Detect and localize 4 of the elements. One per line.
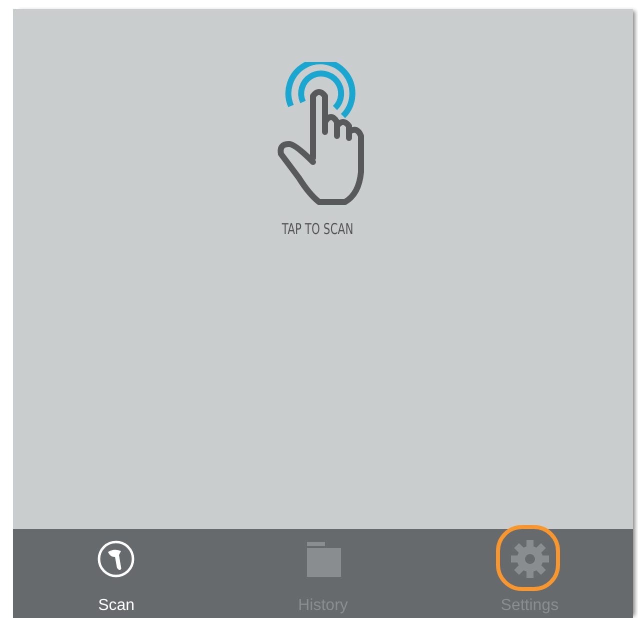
settings-icon bbox=[510, 539, 550, 579]
tap-to-scan-button[interactable]: TAP TO SCAN bbox=[263, 62, 373, 238]
tab[interactable]: Scan bbox=[13, 529, 220, 618]
barcode-scanner-icon bbox=[96, 539, 136, 579]
